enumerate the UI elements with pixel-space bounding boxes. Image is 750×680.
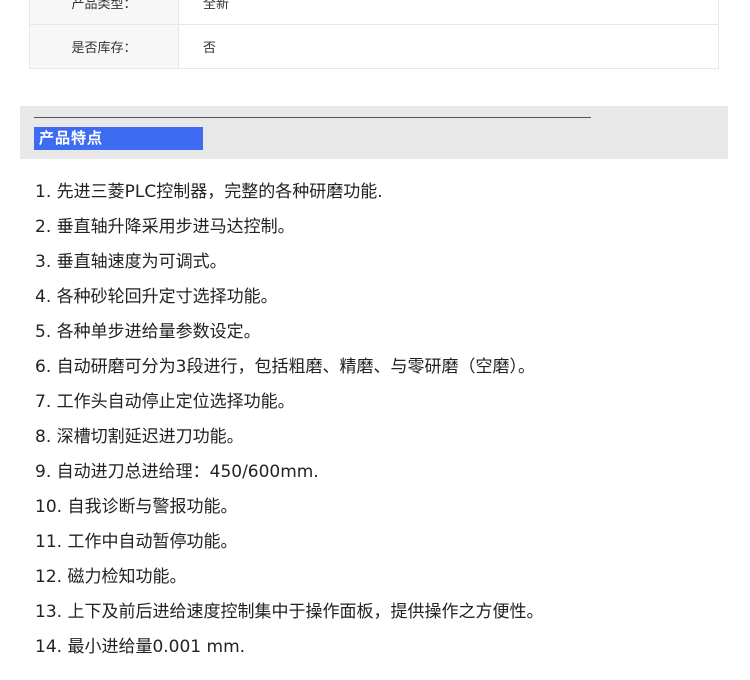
- list-item: 6. 自动研磨可分为3段进行，包括粗磨、精磨、与零研磨（空磨）。: [35, 357, 535, 377]
- spec-key: 是否库存：: [29, 24, 179, 69]
- feature-list: 1. 先进三菱PLC控制器，完整的各种研磨功能. 2. 垂直轴升降采用步进马达控…: [35, 175, 735, 665]
- list-item: 13. 上下及前后进给速度控制集中于操作面板，提供操作之方便性。: [35, 602, 544, 622]
- section-header: 产品特点: [20, 106, 728, 159]
- spec-key: 产品类型：: [29, 0, 179, 25]
- list-item: 11. 工作中自动暂停功能。: [35, 532, 238, 552]
- list-item: 10. 自我诊断与警报功能。: [35, 497, 238, 517]
- list-item: 3. 垂直轴速度为可调式。: [35, 252, 227, 272]
- list-item: 5. 各种单步进给量参数设定。: [35, 322, 261, 342]
- product-detail-page: 产品类型： 全新 是否库存： 否 产品特点 1. 先进三菱PLC控制器，完整的各…: [0, 0, 750, 680]
- list-item: 1. 先进三菱PLC控制器，完整的各种研磨功能.: [35, 182, 383, 202]
- spec-table: 产品类型： 全新 是否库存： 否: [29, 0, 719, 69]
- list-item: 9. 自动进刀总进给理：450/600mm.: [35, 462, 319, 482]
- list-item: 7. 工作头自动停止定位选择功能。: [35, 392, 295, 412]
- table-row: 产品类型： 全新: [29, 0, 719, 25]
- list-item: 2. 垂直轴升降采用步进马达控制。: [35, 217, 295, 237]
- list-item: 14. 最小进给量0.001 mm.: [35, 637, 246, 657]
- table-row: 是否库存： 否: [29, 24, 719, 69]
- section-divider: [34, 117, 591, 118]
- section-title: 产品特点: [34, 127, 203, 150]
- list-item: 12. 磁力检知功能。: [35, 567, 187, 587]
- spec-value: 否: [178, 24, 719, 69]
- list-item: 4. 各种砂轮回升定寸选择功能。: [35, 287, 278, 307]
- list-item: 8. 深槽切割延迟进刀功能。: [35, 427, 244, 447]
- spec-value: 全新: [178, 0, 719, 25]
